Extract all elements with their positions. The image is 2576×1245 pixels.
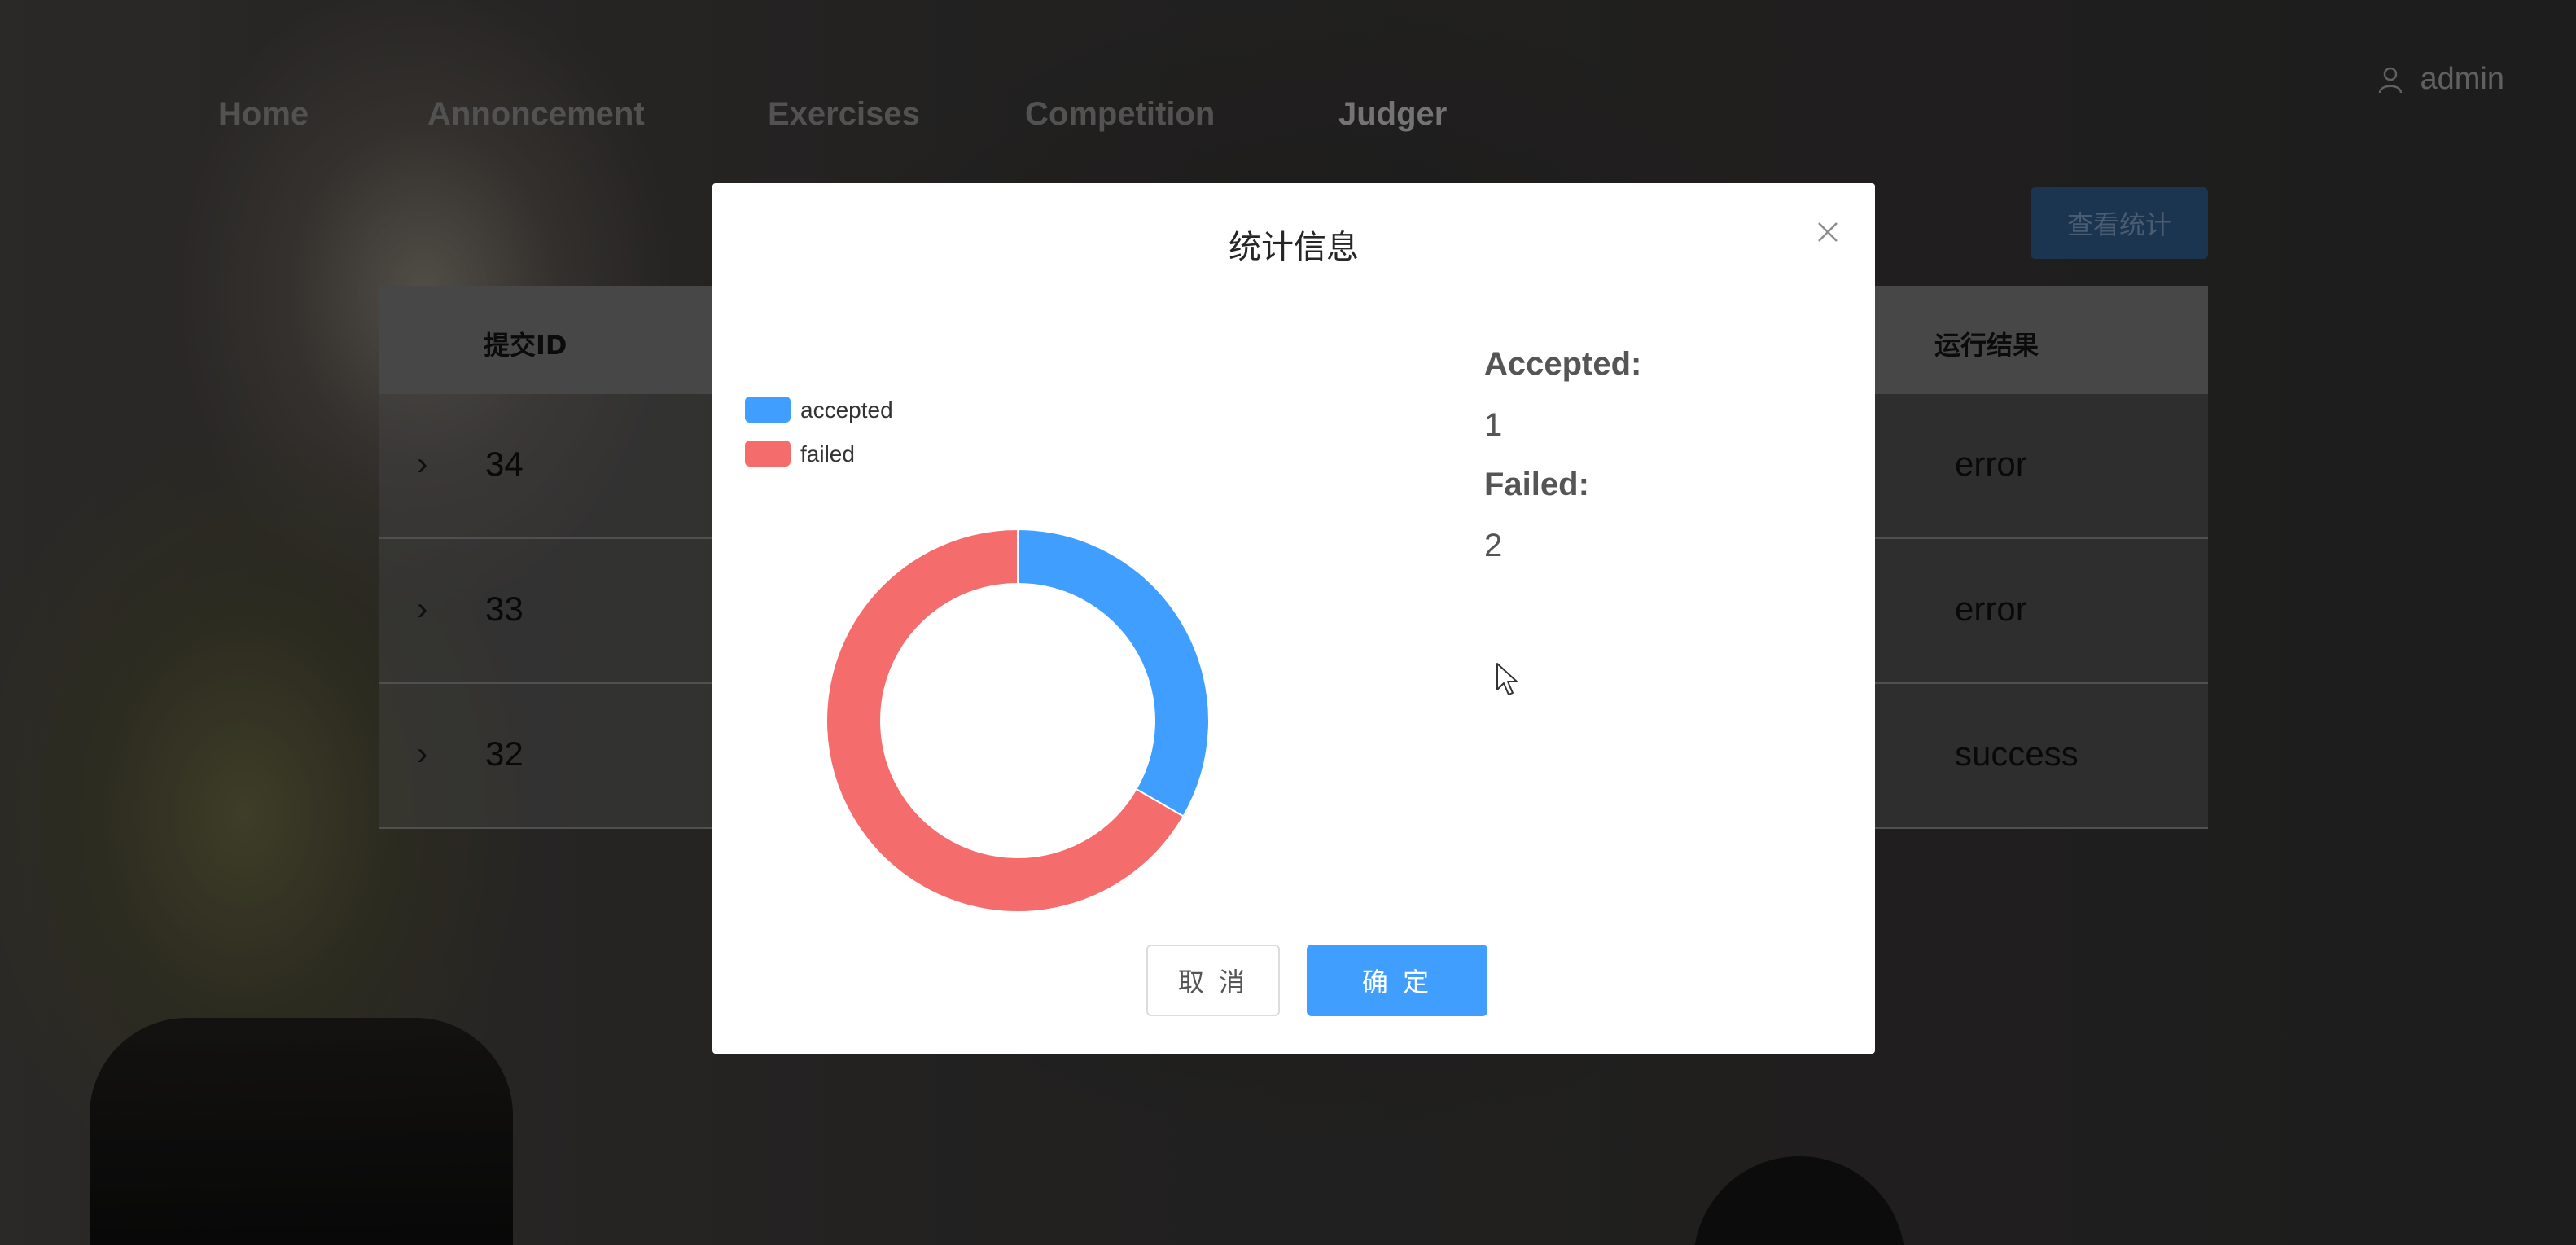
stats-dialog: 统计信息 accepted failed Accepted: 1 Failed: … — [712, 183, 1875, 1054]
legend-item-failed[interactable]: failed — [745, 441, 855, 467]
confirm-button[interactable]: 确 定 — [1307, 945, 1487, 1016]
legend-swatch-accepted — [745, 397, 791, 423]
legend-swatch-failed — [745, 441, 791, 467]
stats-summary: Accepted: 1 Failed: 2 — [1484, 346, 1641, 587]
close-icon[interactable] — [1815, 219, 1841, 245]
cancel-button[interactable]: 取 消 — [1146, 945, 1280, 1016]
accepted-label: Accepted: — [1484, 346, 1642, 382]
legend-label-failed: failed — [800, 441, 855, 467]
failed-label: Failed: — [1484, 467, 1589, 502]
stats-donut-chart: accepted failed — [745, 397, 1210, 913]
failed-count: 2 — [1484, 528, 1503, 563]
legend-item-accepted[interactable]: accepted — [745, 397, 893, 423]
dialog-title: 统计信息 — [1229, 229, 1359, 266]
mouse-cursor-icon — [1496, 663, 1518, 695]
legend-label-accepted: accepted — [800, 397, 893, 423]
donut-slice-accepted[interactable] — [1017, 528, 1210, 818]
accepted-count: 1 — [1484, 407, 1503, 443]
